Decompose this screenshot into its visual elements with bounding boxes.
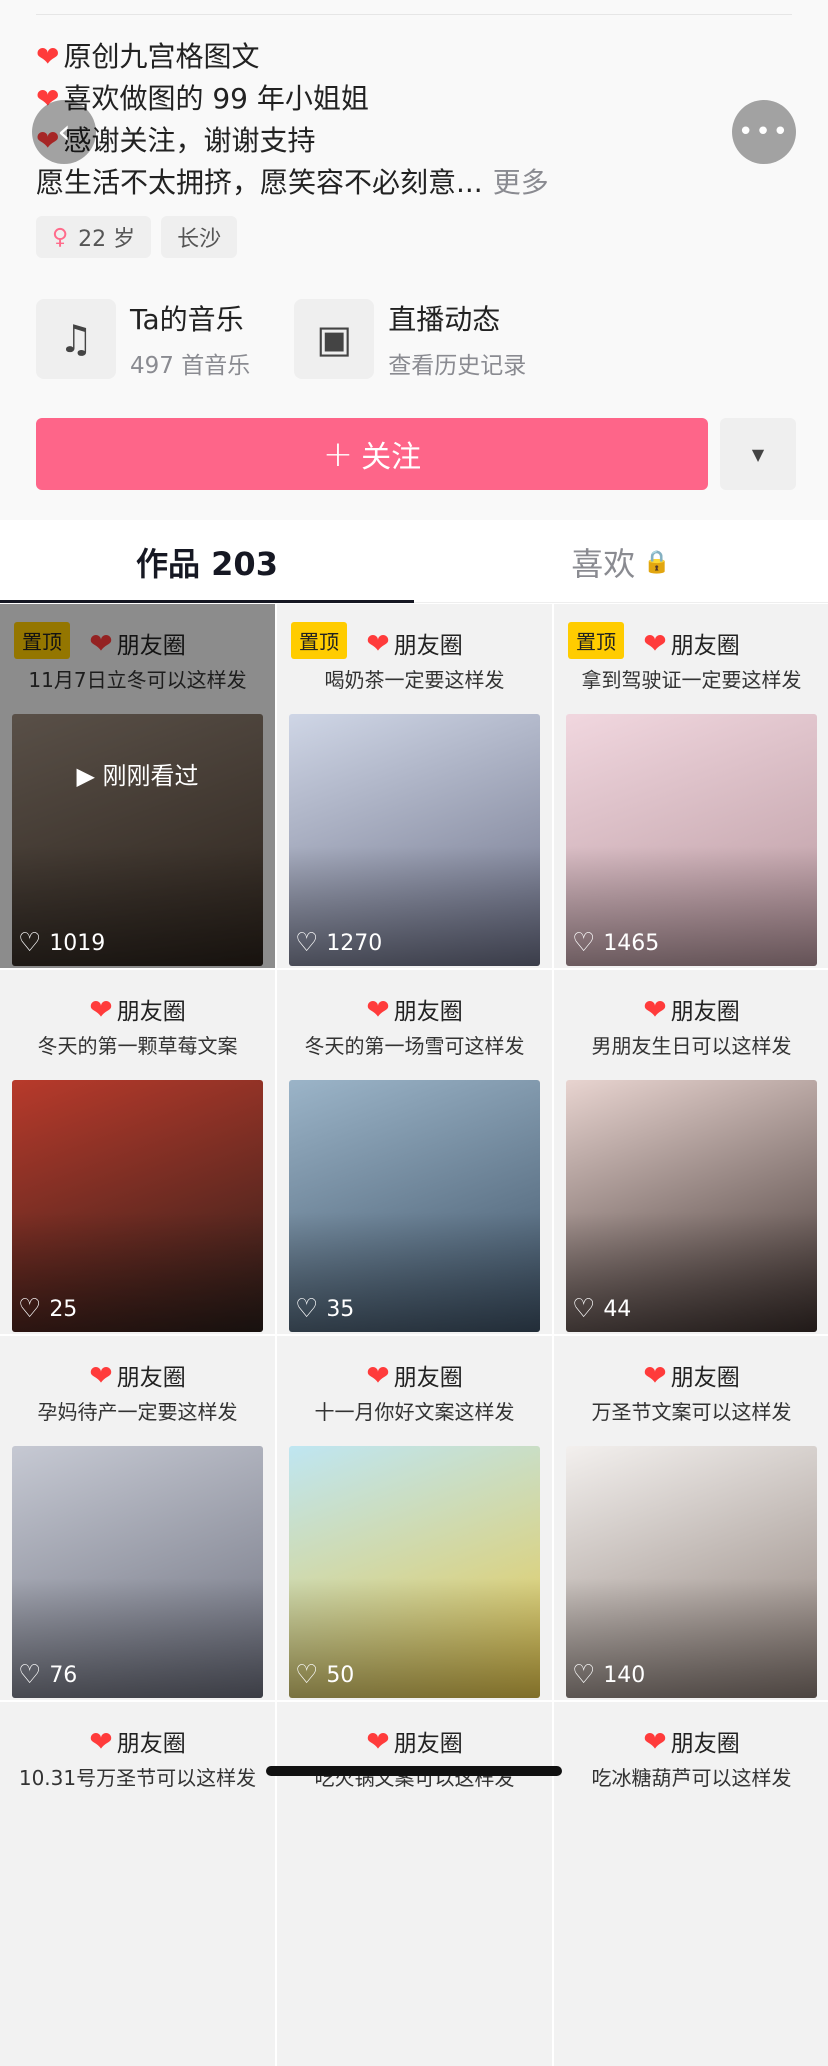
ellipsis-icon: ••• <box>737 117 790 147</box>
post-caption: 男朋友生日可以这样发 <box>591 1034 792 1058</box>
follow-button[interactable]: + 关注 <box>36 418 708 490</box>
post-caption: 十一月你好文案这样发 <box>314 1400 515 1424</box>
like-count: ♡ 1465 <box>572 928 660 958</box>
heart-outline-icon: ♡ <box>572 1294 596 1324</box>
chevron-left-icon: ‹ <box>57 112 71 152</box>
bio-line: 愿生活不太拥挤，愿笑容不必刻意... 更多 <box>36 166 549 199</box>
more-link[interactable]: 更多 <box>493 166 549 199</box>
heart-icon: ❤ <box>89 993 113 1026</box>
post-caption: 冬天的第一场雪可这样发 <box>304 1034 525 1058</box>
heart-icon: ❤ <box>89 1725 113 1758</box>
post-tag-label: ❤ 朋友圈 <box>366 993 463 1026</box>
heart-outline-icon: ♡ <box>572 928 596 958</box>
pinned-badge: 置顶 <box>568 622 624 659</box>
heart-outline-icon: ♡ <box>295 1294 319 1324</box>
heart-outline-icon: ♡ <box>572 1660 596 1690</box>
post-tag-label: ❤ 朋友圈 <box>366 1359 463 1392</box>
post-tile[interactable]: ❤ 朋友圈吃冰糖葫芦可以这样发 <box>554 1702 828 2066</box>
tab-likes[interactable]: 喜欢 🔒 <box>414 522 828 602</box>
lock-icon: 🔒 <box>643 549 671 575</box>
post-caption: 喝奶茶一定要这样发 <box>324 668 505 692</box>
post-caption: 拿到驾驶证一定要这样发 <box>581 668 802 692</box>
post-tag-label: ❤ 朋友圈 <box>366 1725 463 1758</box>
bio-line: ❤ 喜欢做图的 99 年小姐姐 <box>36 82 369 115</box>
tab-works[interactable]: 作品 203 <box>0 522 414 603</box>
like-count: ♡ 25 <box>18 1294 78 1324</box>
post-tile[interactable]: ❤ 朋友圈 喝奶茶一定要这样发 置顶 ♡ 1270 <box>277 604 552 968</box>
music-card[interactable]: ♫ Ta的音乐 497 首音乐 <box>36 298 250 380</box>
post-caption: 10.31号万圣节可以这样发 <box>18 1766 257 1790</box>
like-count: ♡ 140 <box>572 1660 646 1690</box>
heart-icon: ❤ <box>366 993 390 1026</box>
profile-header: ❤ 原创九宫格图文 ❤ 喜欢做图的 99 年小姐姐 ❤ 感谢关注，谢谢支持 愿生活不太… <box>0 0 828 520</box>
post-tile[interactable]: ❤ 朋友圈冬天的第一颗草莓文案 ♡ 25 <box>0 970 275 1334</box>
like-count: ♡ 44 <box>572 1294 632 1324</box>
post-caption: 吃冰糖葫芦可以这样发 <box>591 1766 792 1790</box>
post-tile[interactable]: ❤ 朋友圈冬天的第一场雪可这样发 ♡ 35 <box>277 970 552 1334</box>
post-tag-label: ❤ 朋友圈 <box>643 1725 740 1758</box>
like-count: ♡ 1270 <box>295 928 383 958</box>
music-icon: ♫ <box>36 299 116 379</box>
bio-line: ❤ 感谢关注，谢谢支持 <box>36 124 316 157</box>
profile-tabs: 作品 203 喜欢 🔒 <box>0 522 828 603</box>
heart-icon: ❤ <box>366 1725 390 1758</box>
post-tile[interactable]: ❤ 朋友圈男朋友生日可以这样发 ♡ 44 <box>554 970 828 1334</box>
triangle-down-icon: ▼ <box>751 444 765 464</box>
heart-icon: ❤ <box>643 627 667 660</box>
home-indicator[interactable] <box>266 1766 562 1776</box>
recently-viewed-label: ▶ 刚刚看过 <box>76 762 199 790</box>
plus-icon: + <box>322 433 354 475</box>
post-tile[interactable]: ❤ 朋友圈孕妈待产一定要这样发 ♡ 76 <box>0 1336 275 1700</box>
like-count: ♡ 35 <box>295 1294 355 1324</box>
like-count: ♡ 50 <box>295 1660 355 1690</box>
heart-icon: ❤ <box>366 627 390 660</box>
profile-cards: ♫ Ta的音乐 497 首音乐 ▣ 直播动态 查看历史记录 <box>36 298 570 380</box>
play-icon: ▶ <box>76 762 103 790</box>
heart-outline-icon: ♡ <box>18 1660 42 1690</box>
female-icon: ♀ <box>52 224 69 250</box>
post-tile[interactable]: ❤ 朋友圈 10.31号万圣节可以这样发 <box>0 1702 275 2066</box>
heart-outline-icon: ♡ <box>18 928 42 958</box>
post-caption: 万圣节文案可以这样发 <box>591 1400 792 1424</box>
profile-tags: ♀ 22 岁 长沙 <box>36 216 238 258</box>
profile-bio: ❤ 原创九宫格图文 ❤ 喜欢做图的 99 年小姐姐 ❤ 感谢关注，谢谢支持 愿生活不太… <box>36 36 756 204</box>
posts-grid: ❤ 朋友圈 11月7日立冬可以这样发 置顶 ▶ 刚刚看过 ♡ 1019 ❤ 朋友圈 喝奶茶一定要这… <box>0 604 828 2066</box>
heart-outline-icon: ♡ <box>295 1660 319 1690</box>
post-tag-label: ❤ 朋友圈 <box>643 1359 740 1392</box>
location-tag: 长沙 <box>161 216 238 258</box>
heart-icon: ❤ <box>643 1359 667 1392</box>
like-count: ♡ 76 <box>18 1660 78 1690</box>
age-tag: ♀ 22 岁 <box>36 216 152 258</box>
heart-icon: ❤ <box>643 1725 667 1758</box>
post-caption: 孕妈待产一定要这样发 <box>37 1400 238 1424</box>
live-history-card[interactable]: ▣ 直播动态 查看历史记录 <box>294 298 526 380</box>
post-tag-label: ❤ 朋友圈 <box>643 993 740 1026</box>
post-tile[interactable]: ❤ 朋友圈十一月你好文案这样发 ♡ 50 <box>277 1336 552 1700</box>
heart-icon: ❤ <box>366 1359 390 1392</box>
post-tile[interactable]: ❤ 朋友圈 11月7日立冬可以这样发 置顶 ▶ 刚刚看过 ♡ 1019 <box>0 604 275 968</box>
heart-icon: ❤ <box>643 993 667 1026</box>
divider <box>36 14 792 15</box>
like-count: ♡ 1019 <box>18 928 106 958</box>
bio-line: ❤ 原创九宫格图文 <box>36 40 260 73</box>
recommend-dropdown-button[interactable]: ▼ <box>720 418 796 490</box>
post-tile[interactable]: ❤ 朋友圈 吃火锅文案可以这样发 <box>277 1702 552 2066</box>
heart-outline-icon: ♡ <box>295 928 319 958</box>
back-button[interactable]: ‹ <box>32 100 96 164</box>
post-tile[interactable]: ❤ 朋友圈 拿到驾驶证一定要这样发 置顶 ♡ 1465 <box>554 604 828 968</box>
post-tag-label: ❤ 朋友圈 <box>89 1359 186 1392</box>
heart-icon: ❤ <box>89 1359 113 1392</box>
heart-outline-icon: ♡ <box>18 1294 42 1324</box>
pinned-badge: 置顶 <box>291 622 347 659</box>
post-tile[interactable]: ❤ 朋友圈万圣节文案可以这样发 ♡ 140 <box>554 1336 828 1700</box>
post-caption: 冬天的第一颗草莓文案 <box>37 1034 238 1058</box>
more-options-button[interactable]: ••• <box>732 100 796 164</box>
post-tag-label: ❤ 朋友圈 <box>89 993 186 1026</box>
post-tag-label: ❤ 朋友圈 <box>89 1725 186 1758</box>
heart-icon: ❤ <box>36 40 60 73</box>
live-tv-icon: ▣ <box>294 299 375 379</box>
